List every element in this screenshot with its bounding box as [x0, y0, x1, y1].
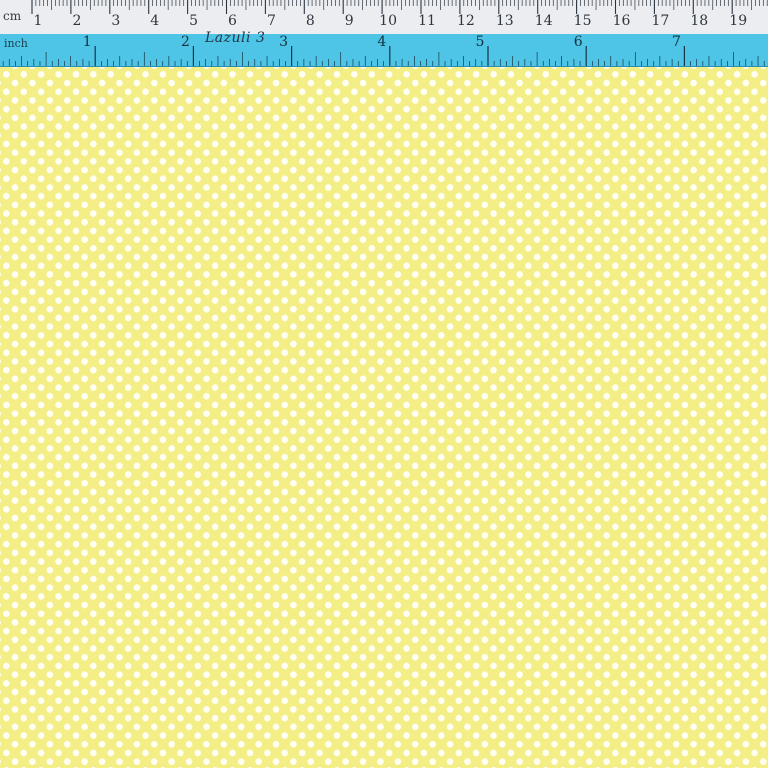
cm-tick-label: 19	[729, 13, 747, 29]
cm-unit-label: cm	[3, 9, 22, 23]
inch-tick-label: 6	[574, 34, 583, 50]
cm-tick-label: 14	[535, 13, 553, 29]
inch-tick-label: 2	[181, 34, 190, 50]
cm-tick-label: 10	[379, 13, 397, 29]
inch-tick-label: 3	[279, 34, 288, 50]
fabric-pattern	[0, 66, 768, 768]
inch-tick-label: 4	[377, 34, 386, 50]
cm-tick-label: 8	[306, 13, 315, 29]
cm-tick-label: 5	[189, 13, 198, 29]
cm-tick-label: 12	[457, 13, 475, 29]
cm-tick-label: 2	[72, 13, 81, 29]
handwritten-note: Lazuli 3	[205, 30, 266, 46]
cm-tick-label: 3	[111, 13, 120, 29]
inch-tick-marks: 1 2 3 4 5 6 7	[2, 34, 765, 66]
inch-tick-label: 5	[476, 34, 485, 50]
cm-tick-label: 17	[651, 13, 669, 29]
inch-ruler: 1 2 3 4 5 6 7	[0, 34, 768, 67]
inch-unit-label: inch	[4, 37, 28, 50]
cm-tick-marks: 123456789101112131415161718192	[31, 0, 768, 29]
cm-tick-label: 11	[418, 13, 436, 29]
cm-tick-label: 4	[150, 13, 159, 29]
inch-tick-label: 1	[83, 34, 92, 50]
cm-tick-label: 9	[345, 13, 354, 29]
cm-tick-label: 7	[267, 13, 276, 29]
cm-tick-label: 18	[690, 13, 708, 29]
cm-tick-label: 1	[34, 13, 43, 29]
centimeter-ruler: 123456789101112131415161718192	[0, 0, 768, 35]
cm-tick-label: 13	[496, 13, 514, 29]
polka-dot-fabric	[0, 66, 768, 768]
cm-tick-label: 15	[574, 13, 592, 29]
cm-tick-label: 16	[613, 13, 631, 29]
inch-tick-label: 7	[672, 34, 681, 50]
cm-tick-label: 6	[228, 13, 237, 29]
